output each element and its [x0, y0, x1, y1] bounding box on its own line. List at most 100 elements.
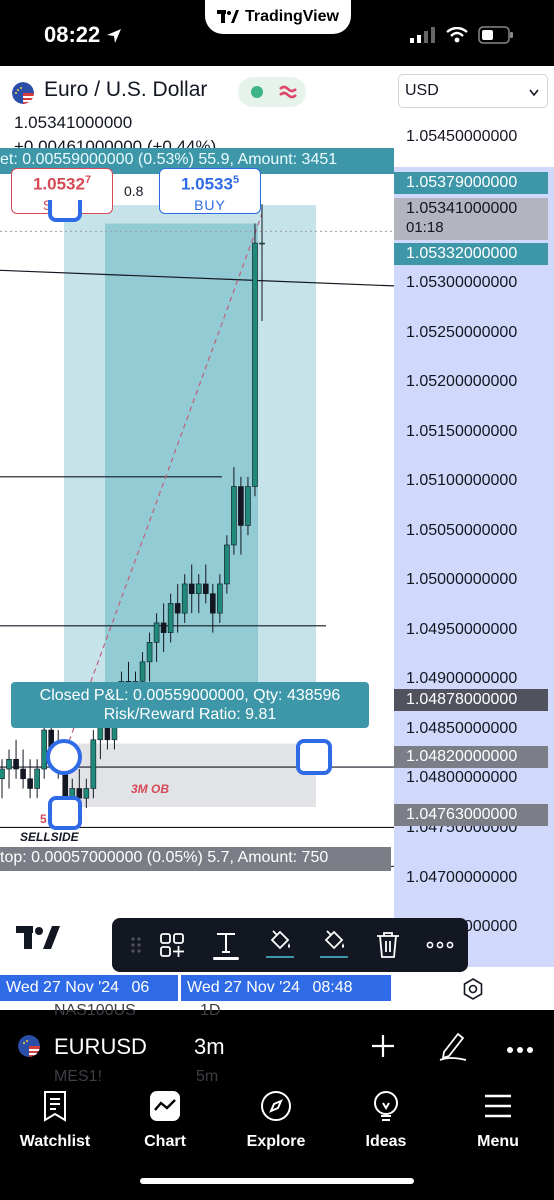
- chart-settings-icon[interactable]: [462, 978, 484, 1005]
- tab-label: Menu: [477, 1133, 519, 1150]
- tab-chart[interactable]: Chart: [115, 1090, 215, 1151]
- last-price-label: 1.05341000000 01:18: [394, 198, 548, 240]
- trash-icon[interactable]: [370, 927, 406, 963]
- fill-color-icon[interactable]: [316, 927, 352, 963]
- closed-pnl-text: Closed P&L: 0.00559000000, Qty: 438596: [39, 687, 341, 704]
- app-name: TradingView: [245, 8, 339, 25]
- tab-ideas[interactable]: Ideas: [336, 1090, 436, 1151]
- price-tick: 1.04950000000: [406, 621, 518, 638]
- tab-menu[interactable]: Menu: [448, 1090, 548, 1151]
- price-tick: 1.05300000000: [406, 274, 518, 291]
- battery-icon: [478, 26, 513, 44]
- home-indicator: [140, 1178, 414, 1184]
- screen: 08:22 TradingView Euro / U.S. Dollar 1.0…: [0, 0, 554, 1200]
- add-to-favorites-template-icon[interactable]: [154, 927, 190, 963]
- text-tool-icon[interactable]: [208, 927, 244, 963]
- chevron-down-icon: [529, 89, 539, 97]
- symbol-title[interactable]: Euro / U.S. Dollar: [44, 78, 207, 102]
- menu-icon: [485, 1094, 511, 1118]
- entry-price-label: 1.05332000000: [394, 243, 548, 265]
- price-tick: 1.04700000000: [406, 869, 518, 886]
- drag-handle-icon[interactable]: [118, 927, 154, 963]
- stop-zone: [64, 743, 316, 808]
- symbol-search-button[interactable]: EURUSD: [54, 1034, 147, 1060]
- sellside-label: SELLSIDE: [20, 830, 79, 844]
- more-options-icon[interactable]: [422, 927, 458, 963]
- stop-drag-handle[interactable]: [48, 796, 82, 830]
- currency-select[interactable]: USD: [398, 74, 548, 108]
- sell-price: 1.0532: [32, 174, 85, 194]
- position-end-time: Wed 27 Nov '24 08:48: [181, 975, 391, 1001]
- currency-value: USD: [405, 82, 439, 99]
- candle-body: [231, 486, 237, 546]
- target-drag-handle[interactable]: [48, 200, 82, 222]
- candle-body: [224, 544, 230, 585]
- market-open-dot-icon: [251, 86, 263, 98]
- price-tick: 1.04800000000: [406, 769, 518, 786]
- stop-price-label: 1.04763000000: [394, 804, 548, 826]
- eur-usd-flag-icon: [12, 82, 34, 104]
- small-annotation: 5: [40, 812, 47, 826]
- buy-button[interactable]: 1.05335 BUY: [159, 168, 261, 214]
- start-date: Wed 27 Nov '24: [6, 979, 120, 996]
- header-price: 1.05341000000: [14, 113, 133, 132]
- candle-body: [195, 583, 202, 594]
- signal-icon: [410, 27, 435, 43]
- risk-reward-text: Risk/Reward Ratio: 9.81: [103, 706, 277, 723]
- candle-body: [252, 242, 258, 487]
- lightbulb-icon: [374, 1091, 398, 1121]
- candle-body: [146, 642, 153, 663]
- more-horizontal-icon[interactable]: [506, 1041, 534, 1059]
- market-status-pill[interactable]: [238, 77, 306, 107]
- stop-info-bar[interactable]: top: 0.00057000000 (0.05%) 5.7, Amount: …: [0, 847, 391, 871]
- tab-explore[interactable]: Explore: [226, 1090, 326, 1151]
- tradingview-logo-icon: [217, 10, 240, 23]
- spread-value: 0.8: [124, 183, 144, 199]
- target-price-label: 1.05379000000: [394, 172, 548, 194]
- candle-body: [139, 661, 146, 682]
- drawing-toolbar: [112, 918, 468, 972]
- width-drag-handle[interactable]: [296, 739, 332, 775]
- candle-body: [174, 603, 181, 614]
- interval-button[interactable]: 3m: [194, 1034, 225, 1060]
- candle-body: [217, 583, 223, 614]
- candle-body: [259, 242, 265, 245]
- tradingview-watermark-icon: [16, 926, 60, 955]
- tab-label: Ideas: [365, 1133, 407, 1150]
- bar-countdown: 01:18: [406, 219, 444, 236]
- status-icons: [410, 26, 514, 44]
- candle-body: [245, 486, 251, 526]
- position-start-time: Wed 27 Nov '24 06: [0, 975, 178, 1001]
- candle-body: [13, 758, 19, 770]
- ghost-interval: 1D: [200, 1002, 221, 1019]
- app-pill[interactable]: TradingView: [205, 0, 351, 34]
- delayed-data-icon: [279, 85, 297, 99]
- end-date: Wed 27 Nov '24: [187, 979, 301, 996]
- position-pnl-box[interactable]: Closed P&L: 0.00559000000, Qty: 438596 R…: [11, 682, 369, 728]
- buy-price: 1.0533: [180, 174, 233, 194]
- watchlist-icon: [44, 1091, 66, 1122]
- last-price-value: 1.05341000000: [406, 200, 518, 217]
- price-scale[interactable]: 1.05450000000 1.05300000000 1.0525000000…: [394, 112, 554, 970]
- candle-body: [90, 739, 97, 789]
- target-info-text: et: 0.00559000000 (0.53%) 55.9, Amount: …: [0, 151, 338, 168]
- candle-body: [188, 583, 195, 594]
- buy-price-pip: 5: [232, 174, 240, 186]
- add-indicator-icon[interactable]: [370, 1033, 396, 1064]
- chart-icon: [150, 1091, 180, 1121]
- location-arrow-icon: [107, 29, 122, 44]
- price-tick: 1.05450000000: [406, 128, 518, 145]
- line-color-icon[interactable]: [262, 927, 298, 963]
- entry-drag-handle[interactable]: [46, 739, 82, 775]
- compass-icon: [261, 1091, 291, 1121]
- end-time: 08:48: [312, 979, 353, 996]
- candle-body: [20, 768, 26, 780]
- candle-body: [167, 603, 174, 633]
- candle-body: [6, 758, 12, 770]
- tab-watchlist[interactable]: Watchlist: [5, 1090, 105, 1151]
- price-tick: 1.04900000000: [406, 670, 518, 687]
- price-tick: 1.05100000000: [406, 472, 518, 489]
- candle-body: [238, 486, 244, 526]
- price-tick: 1.05000000000: [406, 571, 518, 588]
- drawing-pen-icon[interactable]: [438, 1030, 468, 1067]
